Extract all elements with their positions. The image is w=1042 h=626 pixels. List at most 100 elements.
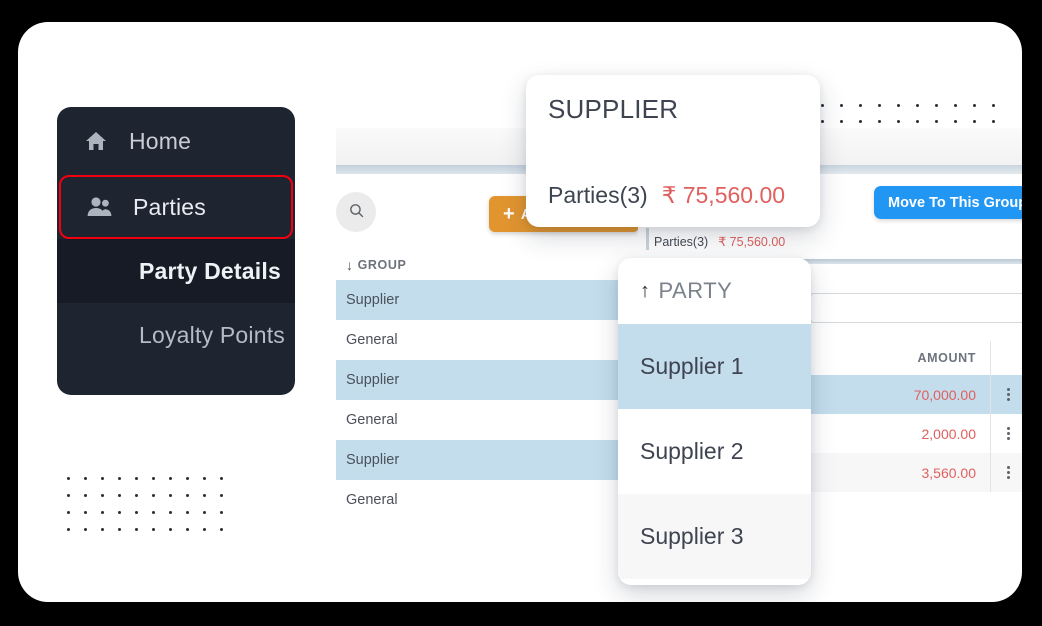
party-summary-amount: ₹ 75,560.00 <box>718 235 786 249</box>
dot <box>84 528 87 531</box>
sidebar-item-label: Home <box>129 127 192 154</box>
summary-accent-bar <box>646 228 649 250</box>
dot <box>101 511 104 514</box>
dot <box>169 477 172 480</box>
row-menu-button[interactable] <box>990 375 1022 414</box>
supplier-detail-card: SUPPLIER Parties(3) ₹ 75,560.00 <box>526 75 820 227</box>
dot <box>916 119 919 123</box>
dot <box>859 103 862 107</box>
dot <box>220 494 223 497</box>
sidebar-item-party-details[interactable]: Party Details <box>57 239 295 303</box>
sidebar-item-label: Loyalty Points <box>139 321 285 348</box>
people-icon <box>83 192 117 222</box>
row-menu-button[interactable] <box>990 414 1022 453</box>
sidebar: Home Parties Party Details Loyalty Point… <box>57 107 295 395</box>
dot <box>821 119 824 123</box>
list-item[interactable]: Supplier 1 <box>618 324 811 409</box>
dot <box>84 511 87 514</box>
party-summary: Parties(3) ₹ 75,560.00 <box>654 234 786 250</box>
dot <box>67 494 70 497</box>
dot <box>67 511 70 514</box>
supplier-card-amount: ₹ 75,560.00 <box>661 182 786 208</box>
dot <box>186 528 189 531</box>
sort-arrow-down-icon: ↓ <box>346 257 354 273</box>
list-item[interactable]: Supplier 2 <box>618 409 811 494</box>
dot <box>118 511 121 514</box>
kebab-menu-icon <box>1007 427 1010 440</box>
home-icon <box>79 126 113 156</box>
search-icon <box>348 202 365 222</box>
dot <box>101 477 104 480</box>
kebab-menu-icon <box>1007 466 1010 479</box>
amount-cell: 3,560.00 <box>921 464 977 481</box>
party-dropdown-header[interactable]: ↑ PARTY <box>618 258 811 324</box>
dot <box>135 511 138 514</box>
amount-cell: 70,000.00 <box>913 386 976 403</box>
dot <box>973 119 976 123</box>
dot <box>973 103 976 107</box>
supplier-card-parties-count: Parties(3) <box>548 182 648 208</box>
dot <box>152 494 155 497</box>
list-item[interactable]: Supplier 3 <box>618 494 811 579</box>
app-card: + A ↓ GROUP PARTY Supplier 3 General 5 S… <box>18 22 1022 602</box>
dot <box>118 477 121 480</box>
supplier-card-title: SUPPLIER <box>548 94 679 124</box>
dot <box>897 103 900 107</box>
dot <box>135 528 138 531</box>
amount-column-header[interactable]: AMOUNT <box>870 351 990 365</box>
sort-arrow-up-icon: ↑ <box>640 279 651 302</box>
sidebar-item-loyalty-points[interactable]: Loyalty Points <box>57 303 295 367</box>
sidebar-item-label: Party Details <box>139 257 281 284</box>
dot <box>203 477 206 480</box>
dot <box>840 103 843 107</box>
dot <box>220 477 223 480</box>
dot <box>84 494 87 497</box>
dot <box>878 103 881 107</box>
dot <box>220 528 223 531</box>
row-menu-button[interactable] <box>990 453 1022 492</box>
sidebar-item-parties[interactable]: Parties <box>59 175 293 239</box>
dot <box>186 511 189 514</box>
plus-icon: + <box>503 203 515 225</box>
dot <box>101 494 104 497</box>
dot <box>118 494 121 497</box>
dot <box>118 528 121 531</box>
dot <box>169 511 172 514</box>
party-search-input[interactable] <box>810 293 1022 323</box>
dot <box>203 528 206 531</box>
amount-cell: 2,000.00 <box>921 425 977 442</box>
sidebar-item-label: Parties <box>133 193 206 220</box>
dot <box>67 477 70 480</box>
dot <box>169 494 172 497</box>
dot <box>897 119 900 123</box>
party-dropdown-header-label: PARTY <box>658 278 733 303</box>
dot <box>67 528 70 531</box>
dot <box>152 511 155 514</box>
dot <box>152 477 155 480</box>
dot <box>954 119 957 123</box>
dot <box>101 528 104 531</box>
supplier-card-footer: Parties(3) ₹ 75,560.00 <box>548 182 785 209</box>
dot <box>992 103 995 107</box>
dot <box>186 477 189 480</box>
dot-grid-decoration-top-right <box>813 97 1003 129</box>
dot <box>203 511 206 514</box>
sidebar-item-home[interactable]: Home <box>57 107 295 175</box>
dot <box>935 119 938 123</box>
dot <box>203 494 206 497</box>
move-to-this-group-button[interactable]: Move To This Group <box>874 186 1022 219</box>
dot <box>84 477 87 480</box>
dot <box>135 477 138 480</box>
dot <box>169 528 172 531</box>
group-search-button[interactable] <box>336 192 376 232</box>
dot <box>878 119 881 123</box>
dot <box>992 119 995 123</box>
dot <box>135 494 138 497</box>
kebab-menu-icon <box>1007 388 1010 401</box>
dot <box>220 511 223 514</box>
party-dropdown: ↑ PARTY Supplier 1 Supplier 2 Supplier 3 <box>618 258 811 585</box>
party-summary-count: Parties(3) <box>654 234 709 249</box>
dot <box>186 494 189 497</box>
dot <box>840 119 843 123</box>
dot-grid-decoration-bottom-left <box>60 470 230 538</box>
